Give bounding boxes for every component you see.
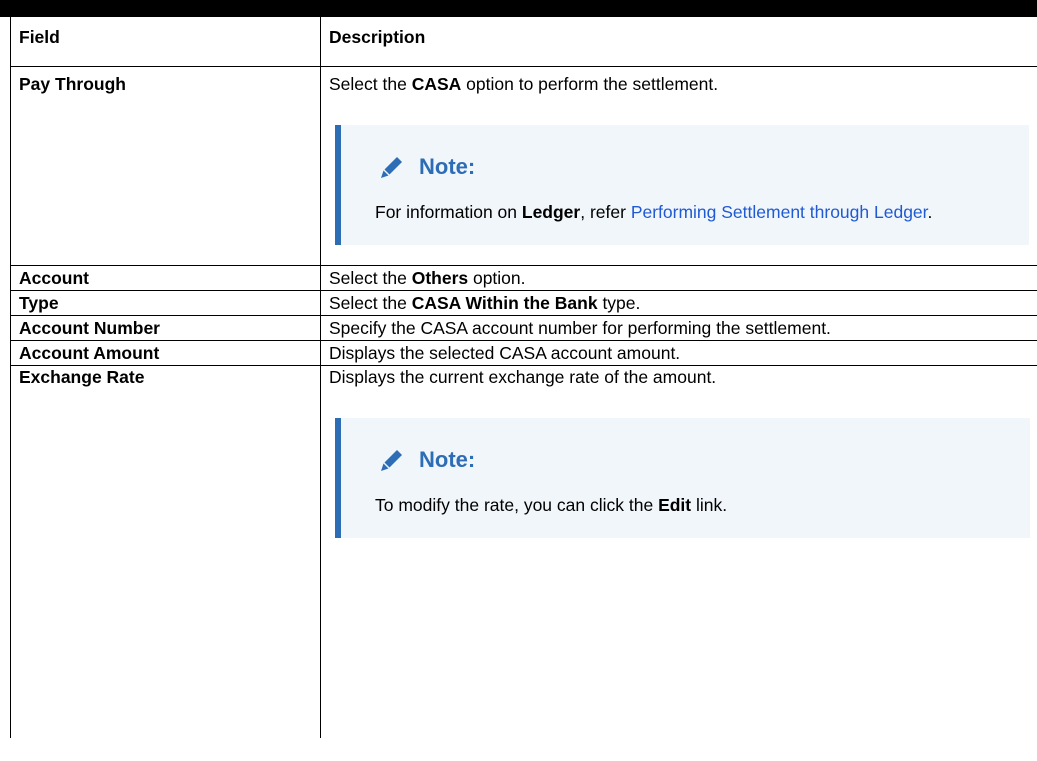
description-text: Displays the current exchange rate of th…: [329, 367, 717, 387]
table-row: Account Select the Others option.: [10, 265, 1037, 291]
performing-settlement-ledger-link[interactable]: Performing Settlement through Ledger: [631, 202, 928, 222]
table-row: Type Select the CASA Within the Bank typ…: [10, 290, 1037, 316]
table-row: Account Number Specify the CASA account …: [10, 315, 1037, 341]
field-name: Type: [10, 290, 321, 316]
field-name: Pay Through: [10, 66, 321, 266]
field-description: Select the Others option.: [320, 265, 1037, 291]
pencil-icon: [381, 157, 402, 178]
field-description: Displays the current exchange rate of th…: [320, 365, 1037, 738]
field-description: Displays the selected CASA account amoun…: [320, 340, 1037, 366]
header-bar: [0, 0, 1037, 17]
header-field: Field: [10, 17, 321, 67]
description-text: Select the CASA option to perform the se…: [329, 74, 719, 94]
note-box: Note: To modify the rate, you can click …: [335, 418, 1030, 538]
note-title: Note:: [419, 154, 476, 179]
field-name: Exchange Rate: [10, 365, 321, 738]
table-row: Exchange Rate Displays the current excha…: [10, 365, 1037, 738]
note-box: Note: For information on Ledger, refer P…: [335, 125, 1029, 245]
table-header-row: Field Description: [10, 17, 1037, 67]
field-name: Account Amount: [10, 340, 321, 366]
pencil-icon: [381, 450, 402, 471]
field-description: Specify the CASA account number for perf…: [320, 315, 1037, 341]
field-description: Select the CASA Within the Bank type.: [320, 290, 1037, 316]
field-description-table: Field Description Pay Through Select the…: [10, 17, 1037, 738]
table-row: Account Amount Displays the selected CAS…: [10, 340, 1037, 366]
field-description: Select the CASA option to perform the se…: [320, 66, 1037, 266]
note-title: Note:: [419, 447, 476, 472]
note-text: For information on Ledger, refer Perform…: [375, 202, 933, 222]
note-text: To modify the rate, you can click the Ed…: [375, 495, 728, 515]
table-row: Pay Through Select the CASA option to pe…: [10, 66, 1037, 266]
field-name: Account Number: [10, 315, 321, 341]
header-description: Description: [320, 17, 1037, 67]
field-name: Account: [10, 265, 321, 291]
